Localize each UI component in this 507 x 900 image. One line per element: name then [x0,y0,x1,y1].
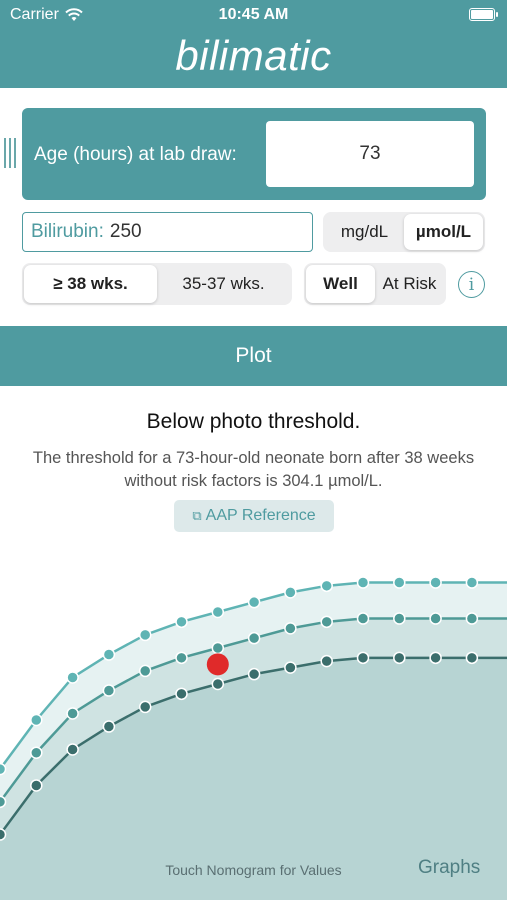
curve-point[interactable] [320,654,333,668]
app-title: bilimatic [175,32,332,79]
curve-point[interactable] [30,713,43,727]
curve-point[interactable] [284,622,297,635]
curve-point[interactable] [211,677,225,691]
curve-point[interactable] [175,651,188,665]
age-label: Age (hours) at lab draw: [34,144,237,165]
curve-point[interactable] [393,612,406,625]
curve-point[interactable] [175,615,188,629]
bilirubin-field[interactable]: Bilirubin: 250 [22,212,313,252]
risk-option-well[interactable]: Well [306,265,375,303]
status-bar: Carrier 10:45 AM [0,6,507,26]
curve-point[interactable] [138,664,152,678]
curve-point[interactable] [66,743,79,756]
bilirubin-label: Bilirubin: [31,221,104,242]
curve-point[interactable] [465,651,479,665]
curve-point[interactable] [66,707,79,720]
aap-reference-button[interactable]: ⧉ AAP Reference [174,500,334,532]
info-icon[interactable]: i [458,271,485,298]
curve-point[interactable] [429,651,442,665]
result-description: The threshold for a 73-hour-old neonate … [32,449,475,490]
curve-point[interactable] [284,661,297,674]
result-title: Below photo threshold. [146,410,361,433]
curve-point[interactable] [356,651,370,665]
curve-point[interactable] [393,651,406,665]
curve-point[interactable] [66,671,79,684]
curve-point[interactable] [320,579,333,593]
age-input[interactable] [266,121,474,187]
curve-point[interactable] [0,762,7,776]
battery-icon [469,8,498,21]
unit-option-mg-dl[interactable]: mg/dL [325,214,404,250]
curve-point[interactable] [175,687,188,701]
bilirubin-value: 250 [109,221,142,242]
curve-point[interactable] [102,648,116,661]
curve-point[interactable] [356,612,370,625]
risk-segmented-control: Well At Risk [304,263,446,305]
curve-point[interactable] [0,795,7,809]
curve-point[interactable] [284,586,297,599]
curve-point[interactable] [429,612,442,625]
unit-option-umol-l[interactable]: µmol/L [404,214,483,250]
curve-point[interactable] [0,828,7,841]
patient-point[interactable] [206,653,229,676]
curve-point[interactable] [393,576,406,589]
curve-point[interactable] [465,576,479,589]
curve-point[interactable] [247,631,261,645]
curve-point[interactable] [102,720,116,733]
gestation-segmented-control: ≥ 38 wks. 35-37 wks. [22,263,292,305]
curve-point[interactable] [356,576,370,589]
status-time: 10:45 AM [218,6,289,23]
nomogram-chart[interactable] [0,540,507,900]
app-header: Carrier 10:45 AM bilimatic [0,0,507,88]
risk-option-at-risk[interactable]: At Risk [375,265,444,303]
curve-point[interactable] [465,612,479,625]
graphs-link[interactable]: Graphs [418,857,480,879]
curve-point[interactable] [211,605,225,619]
gestation-option-38-plus[interactable]: ≥ 38 wks. [24,265,157,303]
curve-point[interactable] [429,576,442,589]
aap-reference-label: AAP Reference [205,507,316,524]
copy-icon: ⧉ [192,508,202,523]
curve-point[interactable] [247,667,261,681]
gestation-option-35-37[interactable]: 35-37 wks. [157,265,290,303]
units-segmented-control: mg/dL µmol/L [323,212,485,252]
curve-point[interactable] [30,779,43,792]
curve-point[interactable] [138,628,152,642]
age-panel: Age (hours) at lab draw: [22,108,486,200]
curve-point[interactable] [247,595,261,609]
curve-point[interactable] [211,641,225,655]
plot-button[interactable]: Plot [0,326,507,386]
drag-handle-icon[interactable] [4,138,18,168]
curve-point[interactable] [320,615,333,629]
curve-point[interactable] [138,700,152,714]
curve-point[interactable] [102,684,116,697]
curve-point[interactable] [30,746,43,759]
